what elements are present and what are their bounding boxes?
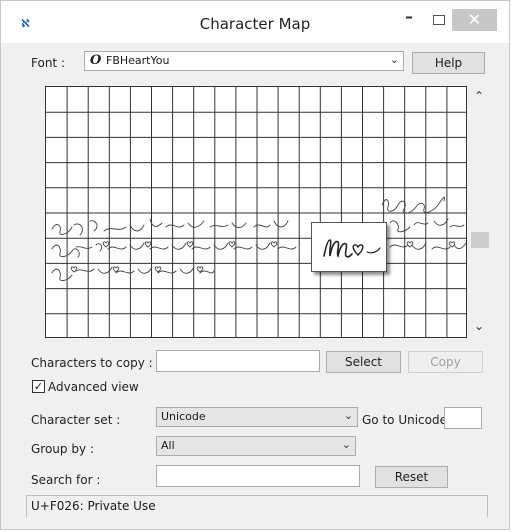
status-text: U+F026: Private Use — [31, 499, 156, 513]
heart-glyphs — [70, 241, 456, 273]
maximize-icon — [433, 15, 445, 25]
chevron-down-icon: ⌄ — [389, 53, 399, 66]
title-bar[interactable]: ℵ Character Map – ✕ — [1, 1, 509, 43]
group-by-dropdown[interactable]: All ⌄ — [156, 436, 356, 456]
font-value: FBHeartYou — [106, 54, 170, 67]
group-by-label: Group by : — [31, 442, 94, 456]
search-for-label: Search for : — [31, 473, 101, 487]
status-bar: U+F026: Private Use — [26, 495, 488, 517]
character-set-dropdown[interactable]: Unicode ⌄ — [156, 407, 358, 427]
character-set-value: Unicode — [161, 410, 206, 423]
grid-scrollbar[interactable]: ⌃ ⌄ — [471, 86, 489, 338]
advanced-view-checkbox[interactable]: ✓ — [32, 380, 45, 393]
scrollbar-thumb[interactable] — [471, 232, 489, 248]
font-dropdown[interactable]: O FBHeartYou ⌄ — [84, 51, 404, 71]
advanced-view-label: Advanced view — [48, 380, 139, 394]
group-by-value: All — [161, 439, 175, 452]
characters-to-copy-field[interactable] — [156, 350, 320, 372]
opentype-font-icon: O — [90, 53, 102, 68]
close-button[interactable]: ✕ — [452, 9, 497, 31]
scroll-up-icon[interactable]: ⌃ — [474, 89, 484, 103]
reset-button[interactable]: Reset — [375, 466, 448, 488]
search-input[interactable] — [156, 465, 360, 487]
scroll-down-icon[interactable]: ⌄ — [474, 319, 484, 333]
script-glyphs — [51, 196, 466, 282]
character-map-window: ℵ Character Map – ✕ Font : O FBHeartYou … — [0, 0, 510, 530]
copy-button[interactable]: Copy — [408, 351, 483, 373]
minimize-button[interactable]: – — [392, 7, 426, 29]
character-grid-lines — [46, 87, 466, 337]
character-grid[interactable] — [45, 86, 467, 338]
magnified-character-preview — [311, 222, 387, 272]
characters-to-copy-label: Characters to copy : — [31, 356, 153, 370]
font-label: Font : — [31, 56, 65, 70]
magnified-glyph — [323, 239, 381, 258]
character-set-label: Character set : — [31, 413, 121, 427]
chevron-down-icon: ⌄ — [341, 438, 351, 451]
maximize-button[interactable] — [422, 9, 456, 31]
help-button[interactable]: Help — [412, 52, 485, 74]
go-to-unicode-label: Go to Unicode : — [362, 413, 455, 427]
go-to-unicode-field[interactable] — [444, 407, 482, 429]
select-button[interactable]: Select — [326, 351, 401, 373]
chevron-down-icon: ⌄ — [343, 409, 353, 422]
